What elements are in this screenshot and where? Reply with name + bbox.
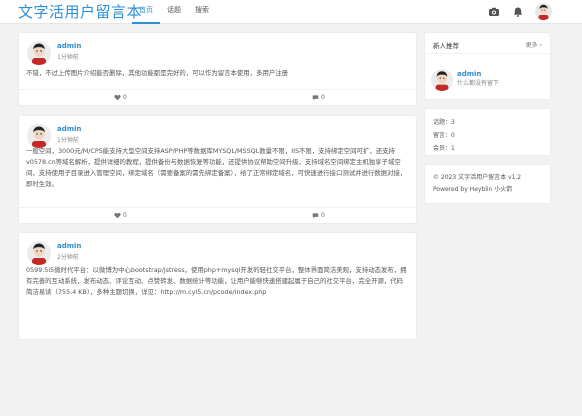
- post-time: 1分钟前: [57, 54, 79, 61]
- like-count: 0: [123, 212, 127, 219]
- post-footer: 0 0: [19, 89, 416, 105]
- heart-icon: [114, 212, 121, 219]
- like-button[interactable]: 0: [114, 212, 127, 219]
- stat-replies: 留言：0: [433, 132, 455, 139]
- avatar[interactable]: [27, 241, 51, 265]
- avatar[interactable]: [27, 124, 51, 148]
- nav-search[interactable]: 搜索: [188, 0, 216, 24]
- nav-home[interactable]: 首页: [132, 0, 160, 24]
- post-header: admin 2分钟前: [27, 241, 81, 265]
- comment-count: 0: [321, 94, 325, 101]
- nav-topics[interactable]: 话题: [160, 0, 188, 24]
- post-card: admin 1分钟前 不错，不过上传图片介绍能否删除，其他功能都是完好的，可以作…: [18, 32, 417, 106]
- user-avatar[interactable]: [535, 3, 552, 20]
- bell-icon[interactable]: [512, 6, 524, 18]
- user-item[interactable]: admin 什么都没有留下: [431, 69, 499, 91]
- stat-topics: 话题：3: [433, 119, 455, 126]
- avatar[interactable]: [431, 69, 453, 91]
- author-name[interactable]: admin: [57, 41, 81, 51]
- comment-button[interactable]: 0: [312, 212, 325, 219]
- panel-title: 新人推荐: [433, 42, 459, 50]
- new-users-panel: 新人推荐 更多 › admin 什么都没有留下: [424, 32, 551, 100]
- user-name[interactable]: admin: [457, 69, 499, 79]
- author-name[interactable]: admin: [57, 124, 81, 134]
- stat-members: 会员：1: [433, 145, 455, 152]
- post-header: admin 1分钟前: [27, 41, 81, 65]
- main-nav: 首页 话题 搜索: [132, 0, 216, 24]
- post-body: 一般空间，3000元/M/CPS能支持大型空间支持ASP/PHP等数据库MYSQ…: [26, 147, 407, 188]
- site-brand[interactable]: 文字活用户留言本: [18, 1, 142, 23]
- more-label: 更多: [525, 42, 538, 49]
- powered-by-text[interactable]: Powered by Heyblin 小火箭: [433, 185, 512, 195]
- top-header: 文字活用户留言本 首页 话题 搜索: [0, 0, 582, 24]
- heart-icon: [114, 94, 121, 101]
- comment-icon: [312, 213, 319, 219]
- footer-panel: © 2023 文字活用户留言本 v1.2 Powered by Heyblin …: [424, 164, 551, 204]
- like-count: 0: [123, 94, 127, 101]
- post-time: 1分钟前: [57, 137, 79, 144]
- comment-icon: [312, 95, 319, 101]
- post-header: admin 1分钟前: [27, 124, 81, 148]
- user-desc: 什么都没有留下: [457, 80, 500, 87]
- more-link[interactable]: 更多 ›: [526, 40, 542, 49]
- stats-panel: 话题：3 留言：0 会员：1: [424, 108, 551, 156]
- avatar[interactable]: [27, 41, 51, 65]
- post-body: 0599.5i5微时代平台：以微博为中心bootstrap/jstress，使用…: [26, 266, 407, 296]
- post-footer: 0 0: [19, 207, 416, 223]
- copyright-text: © 2023 文字活用户留言本 v1.2: [433, 174, 522, 181]
- post-card: admin 1分钟前 一般空间，3000元/M/CPS能支持大型空间支持ASP/…: [18, 115, 417, 224]
- author-name[interactable]: admin: [57, 241, 81, 251]
- comment-button[interactable]: 0: [312, 94, 325, 101]
- post-body: 不错，不过上传图片介绍能否删除，其他功能都是完好的，可以作为留言本使用，多用户注…: [26, 69, 289, 77]
- comment-count: 0: [321, 212, 325, 219]
- post-card: admin 2分钟前 0599.5i5微时代平台：以微博为中心bootstrap…: [18, 232, 417, 340]
- divider: [425, 53, 550, 54]
- post-time: 2分钟前: [57, 254, 79, 261]
- camera-icon[interactable]: [488, 6, 500, 18]
- like-button[interactable]: 0: [114, 94, 127, 101]
